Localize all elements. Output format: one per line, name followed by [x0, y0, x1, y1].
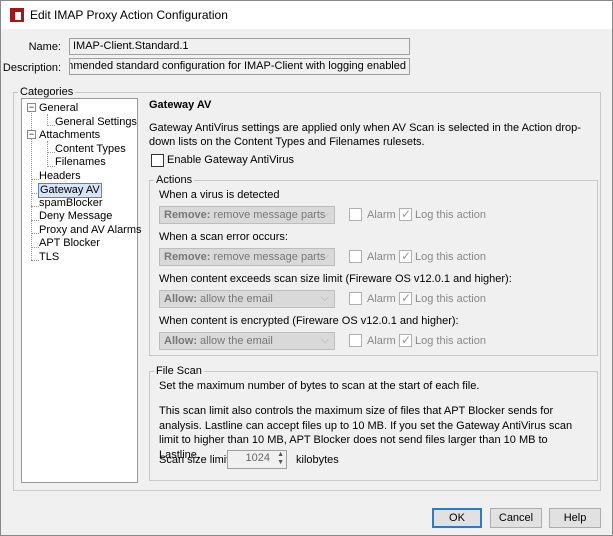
tree-item-apt-blocker[interactable]: APT Blocker: [39, 237, 100, 250]
action-select[interactable]: Remove: remove message parts ⌵: [159, 206, 335, 224]
tree-item-general-settings[interactable]: General Settings: [55, 116, 137, 129]
tree-item-proxy-av-alarms[interactable]: Proxy and AV Alarms: [39, 224, 142, 237]
action-select-type: Allow:: [164, 335, 197, 347]
log-checkbox[interactable]: [399, 333, 412, 347]
description-label: Description:: [2, 62, 61, 74]
dialog-window: Edit IMAP Proxy Action Configuration Nam…: [0, 0, 613, 536]
action-select-value: remove message parts: [210, 209, 326, 221]
spinner-arrows-icon[interactable]: ▲ ▼: [277, 451, 284, 467]
alarm-checkbox[interactable]: [349, 334, 362, 347]
alarm-label: Alarm: [367, 209, 396, 221]
name-input[interactable]: IMAP-Client.Standard.1: [69, 38, 410, 55]
title-bar: Edit IMAP Proxy Action Configuration: [1, 1, 612, 29]
app-icon: [10, 8, 24, 22]
log-label: Log this action: [415, 251, 486, 263]
category-tree[interactable]: − − General General Settings Attachments…: [21, 98, 142, 483]
cancel-button[interactable]: Cancel: [490, 508, 542, 528]
tree-item-attachments[interactable]: Attachments: [39, 129, 100, 142]
scan-size-limit-label: Scan size limit: [159, 454, 230, 466]
actions-legend: Actions: [154, 174, 195, 186]
tree-item-content-types[interactable]: Content Types: [55, 143, 126, 156]
alarm-label: Alarm: [367, 293, 396, 305]
description-text: ɴGuard recommended standard configuratio…: [70, 60, 406, 72]
tree-item-general[interactable]: General: [39, 102, 78, 115]
alarm-checkbox[interactable]: [349, 250, 362, 263]
log-checkbox[interactable]: [399, 249, 412, 263]
chevron-down-icon: ⌵: [320, 250, 329, 262]
tree-item-spamblocker[interactable]: spamBlocker: [39, 197, 103, 210]
log-label: Log this action: [415, 293, 486, 305]
log-checkbox[interactable]: [399, 291, 412, 305]
panel-intro: Gateway AntiVirus settings are applied o…: [149, 122, 581, 148]
action-select[interactable]: Allow: allow the email ⌵: [159, 290, 335, 308]
kilobytes-label: kilobytes: [296, 454, 339, 466]
action-row-label: When a scan error occurs:: [159, 231, 288, 243]
enable-gateway-av-checkbox[interactable]: [151, 154, 164, 167]
log-label: Log this action: [415, 209, 486, 221]
collapse-icon[interactable]: −: [27, 103, 36, 112]
tree-item-gateway-av[interactable]: Gateway AV: [38, 183, 102, 198]
ok-button[interactable]: OK: [432, 508, 482, 528]
description-input[interactable]: ɴGuard recommended standard configuratio…: [69, 58, 410, 75]
action-select[interactable]: Remove: remove message parts ⌵: [159, 248, 335, 266]
categories-legend: Categories: [18, 86, 76, 98]
collapse-icon[interactable]: −: [27, 130, 36, 139]
action-select-type: Allow:: [164, 293, 197, 305]
action-select-value: allow the email: [197, 293, 273, 305]
chevron-down-icon: ⌵: [320, 292, 329, 304]
action-select-value: remove message parts: [210, 251, 326, 263]
alarm-checkbox[interactable]: [349, 292, 362, 305]
log-checkbox[interactable]: [399, 207, 412, 221]
chevron-down-icon: ⌵: [320, 208, 329, 220]
file-scan-legend: File Scan: [154, 365, 204, 377]
alarm-label: Alarm: [367, 251, 396, 263]
panel-title: Gateway AV: [149, 99, 212, 111]
scan-size-value: 1024: [245, 452, 270, 464]
window-title: Edit IMAP Proxy Action Configuration: [30, 8, 228, 22]
action-row-label: When a virus is detected: [159, 189, 280, 201]
tree-item-tls[interactable]: TLS: [39, 251, 59, 264]
alarm-label: Alarm: [367, 335, 396, 347]
scan-size-limit-spinner[interactable]: 1024 ▲ ▼: [227, 450, 287, 469]
action-row-label: When content exceeds scan size limit (Fi…: [159, 273, 512, 285]
action-select-value: allow the email: [197, 335, 273, 347]
tree-item-filenames[interactable]: Filenames: [55, 156, 106, 169]
enable-gateway-av-label: Enable Gateway AntiVirus: [167, 154, 294, 166]
log-label: Log this action: [415, 335, 486, 347]
tree-item-deny-message[interactable]: Deny Message: [39, 210, 112, 223]
tree-item-headers[interactable]: Headers: [39, 170, 81, 183]
help-button[interactable]: Help: [549, 508, 601, 528]
action-select-type: Remove:: [164, 251, 211, 263]
action-select[interactable]: Allow: allow the email ⌵: [159, 332, 335, 350]
chevron-down-icon: ⌵: [320, 334, 329, 346]
name-label: Name:: [28, 41, 61, 53]
alarm-checkbox[interactable]: [349, 208, 362, 221]
action-select-type: Remove:: [164, 209, 211, 221]
action-row-label: When content is encrypted (Fireware OS v…: [159, 315, 459, 327]
file-scan-line1: Set the maximum number of bytes to scan …: [159, 380, 480, 392]
